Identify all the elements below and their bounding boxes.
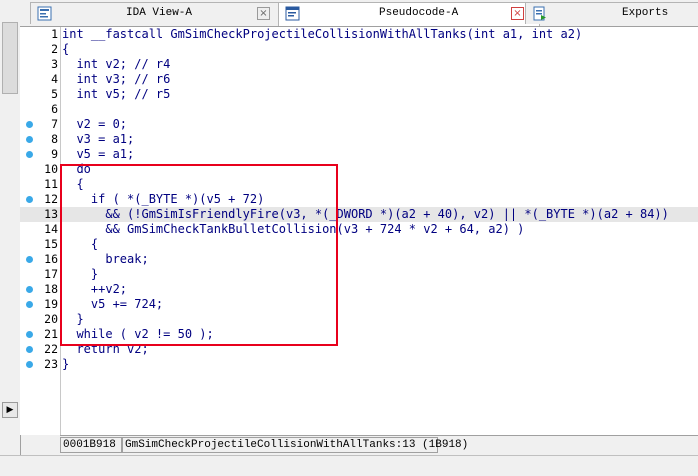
code-line[interactable]: 16 break; bbox=[20, 252, 698, 267]
line-number: 14 bbox=[44, 222, 58, 236]
code-text: while ( v2 != 50 ); bbox=[62, 327, 214, 341]
line-number: 16 bbox=[44, 252, 58, 266]
line-number: 3 bbox=[51, 57, 58, 71]
breakpoint-dot-icon[interactable] bbox=[26, 346, 33, 353]
close-icon[interactable]: × bbox=[257, 7, 270, 20]
line-number: 20 bbox=[44, 312, 58, 326]
line-number: 7 bbox=[51, 117, 58, 131]
breakpoint-dot-icon[interactable] bbox=[26, 361, 33, 368]
code-line[interactable]: 15 { bbox=[20, 237, 698, 252]
bottom-panel bbox=[0, 455, 698, 476]
line-number: 22 bbox=[44, 342, 58, 356]
tab-label: Pseudocode-A bbox=[379, 7, 459, 19]
line-number: 2 bbox=[51, 42, 58, 56]
code-text: v2 = 0; bbox=[62, 117, 128, 131]
tab-label: Exports bbox=[622, 7, 669, 19]
pseudocode-icon bbox=[285, 6, 300, 21]
exports-icon bbox=[533, 6, 546, 21]
line-number: 13 bbox=[44, 207, 58, 221]
line-number: 10 bbox=[44, 162, 58, 176]
status-empty bbox=[440, 437, 500, 453]
code-line[interactable]: 6 bbox=[20, 102, 698, 117]
code-text: break; bbox=[62, 252, 149, 266]
code-text: v3 = a1; bbox=[62, 132, 135, 146]
code-text: int __fastcall GmSimCheckProjectileColli… bbox=[62, 27, 583, 41]
line-number: 4 bbox=[51, 72, 58, 86]
scroll-right-arrow-icon[interactable]: ▶ bbox=[2, 402, 18, 418]
code-text: return v2; bbox=[62, 342, 149, 356]
code-line[interactable]: 17 } bbox=[20, 267, 698, 282]
breakpoint-dot-icon[interactable] bbox=[26, 121, 33, 128]
tab-pseudocode-a[interactable]: Pseudocode-A × bbox=[278, 2, 540, 26]
left-scroll-pane[interactable]: ▶ bbox=[0, 0, 21, 475]
code-line[interactable]: 7 v2 = 0; bbox=[20, 117, 698, 132]
breakpoint-dot-icon[interactable] bbox=[26, 151, 33, 158]
breakpoint-dot-icon[interactable] bbox=[26, 196, 33, 203]
code-line-current[interactable]: 13 && (!GmSimIsFriendlyFire(v3, *(_DWORD… bbox=[20, 207, 698, 222]
line-number: 15 bbox=[44, 237, 58, 251]
status-bar: 0001B918 GmSimCheckProjectileCollisionWi… bbox=[60, 435, 698, 454]
code-text: && (!GmSimIsFriendlyFire(v3, *(_DWORD *)… bbox=[62, 207, 669, 221]
line-number: 8 bbox=[51, 132, 58, 146]
pseudocode-view[interactable]: 1 int __fastcall GmSimCheckProjectileColl… bbox=[20, 27, 698, 435]
code-line[interactable]: 11 { bbox=[20, 177, 698, 192]
tab-exports[interactable]: Exports bbox=[525, 2, 698, 24]
line-number: 9 bbox=[51, 147, 58, 161]
code-text: v5 = a1; bbox=[62, 147, 135, 161]
breakpoint-dot-icon[interactable] bbox=[26, 331, 33, 338]
code-line[interactable]: 4 int v3; // r6 bbox=[20, 72, 698, 87]
code-line[interactable]: 3 int v2; // r4 bbox=[20, 57, 698, 72]
code-text: int v3; // r6 bbox=[62, 72, 171, 86]
code-line[interactable]: 20 } bbox=[20, 312, 698, 327]
status-address: 0001B918 bbox=[60, 437, 122, 453]
code-line[interactable]: 9 v5 = a1; bbox=[20, 147, 698, 162]
code-line[interactable]: 5 int v5; // r5 bbox=[20, 87, 698, 102]
line-number: 6 bbox=[51, 102, 58, 116]
line-number: 18 bbox=[44, 282, 58, 296]
disassembly-icon bbox=[37, 6, 52, 21]
line-number: 5 bbox=[51, 87, 58, 101]
line-number: 19 bbox=[44, 297, 58, 311]
tab-ida-view-a[interactable]: IDA View-A × bbox=[30, 2, 285, 24]
code-text: { bbox=[62, 177, 84, 191]
code-line[interactable]: 14 && GmSimCheckTankBulletCollision(v3 +… bbox=[20, 222, 698, 237]
code-line[interactable]: 12 if ( *(_BYTE *)(v5 + 72) bbox=[20, 192, 698, 207]
code-text: && GmSimCheckTankBulletCollision(v3 + 72… bbox=[62, 222, 525, 236]
breakpoint-dot-icon[interactable] bbox=[26, 301, 33, 308]
line-number: 12 bbox=[44, 192, 58, 206]
line-number: 23 bbox=[44, 357, 58, 371]
code-text: if ( *(_BYTE *)(v5 + 72) bbox=[62, 192, 265, 206]
code-text: ++v2; bbox=[62, 282, 128, 296]
code-text: int v5; // r5 bbox=[62, 87, 171, 101]
breakpoint-dot-icon[interactable] bbox=[26, 136, 33, 143]
code-text: } bbox=[62, 357, 70, 371]
tab-bar: IDA View-A × Pseudocode-A × Exports bbox=[20, 0, 698, 27]
code-line[interactable]: 19 v5 += 724; bbox=[20, 297, 698, 312]
code-text: v5 += 724; bbox=[62, 297, 164, 311]
line-number: 17 bbox=[44, 267, 58, 281]
code-line[interactable]: 18 ++v2; bbox=[20, 282, 698, 297]
code-text: int v2; // r4 bbox=[62, 57, 171, 71]
breakpoint-dot-icon[interactable] bbox=[26, 286, 33, 293]
code-line[interactable]: 1 int __fastcall GmSimCheckProjectileColl… bbox=[20, 27, 698, 42]
code-text: } bbox=[62, 267, 99, 281]
code-line[interactable]: 8 v3 = a1; bbox=[20, 132, 698, 147]
code-line[interactable]: 22 return v2; bbox=[20, 342, 698, 357]
code-line[interactable]: 2{ bbox=[20, 42, 698, 57]
status-location: GmSimCheckProjectileCollisionWithAllTank… bbox=[122, 437, 468, 453]
scrollbar-thumb[interactable] bbox=[2, 22, 18, 94]
breakpoint-dot-icon[interactable] bbox=[26, 256, 33, 263]
line-number: 11 bbox=[44, 177, 58, 191]
code-text: { bbox=[62, 237, 99, 251]
code-text: { bbox=[62, 42, 70, 56]
tab-label: IDA View-A bbox=[126, 7, 193, 19]
line-number: 1 bbox=[51, 27, 58, 41]
code-line[interactable]: 10 do bbox=[20, 162, 698, 177]
code-text: } bbox=[62, 312, 84, 326]
code-text: do bbox=[62, 162, 91, 176]
line-number: 21 bbox=[44, 327, 58, 341]
code-line[interactable]: 23} bbox=[20, 357, 698, 372]
close-icon[interactable]: × bbox=[511, 7, 524, 20]
code-line[interactable]: 21 while ( v2 != 50 ); bbox=[20, 327, 698, 342]
